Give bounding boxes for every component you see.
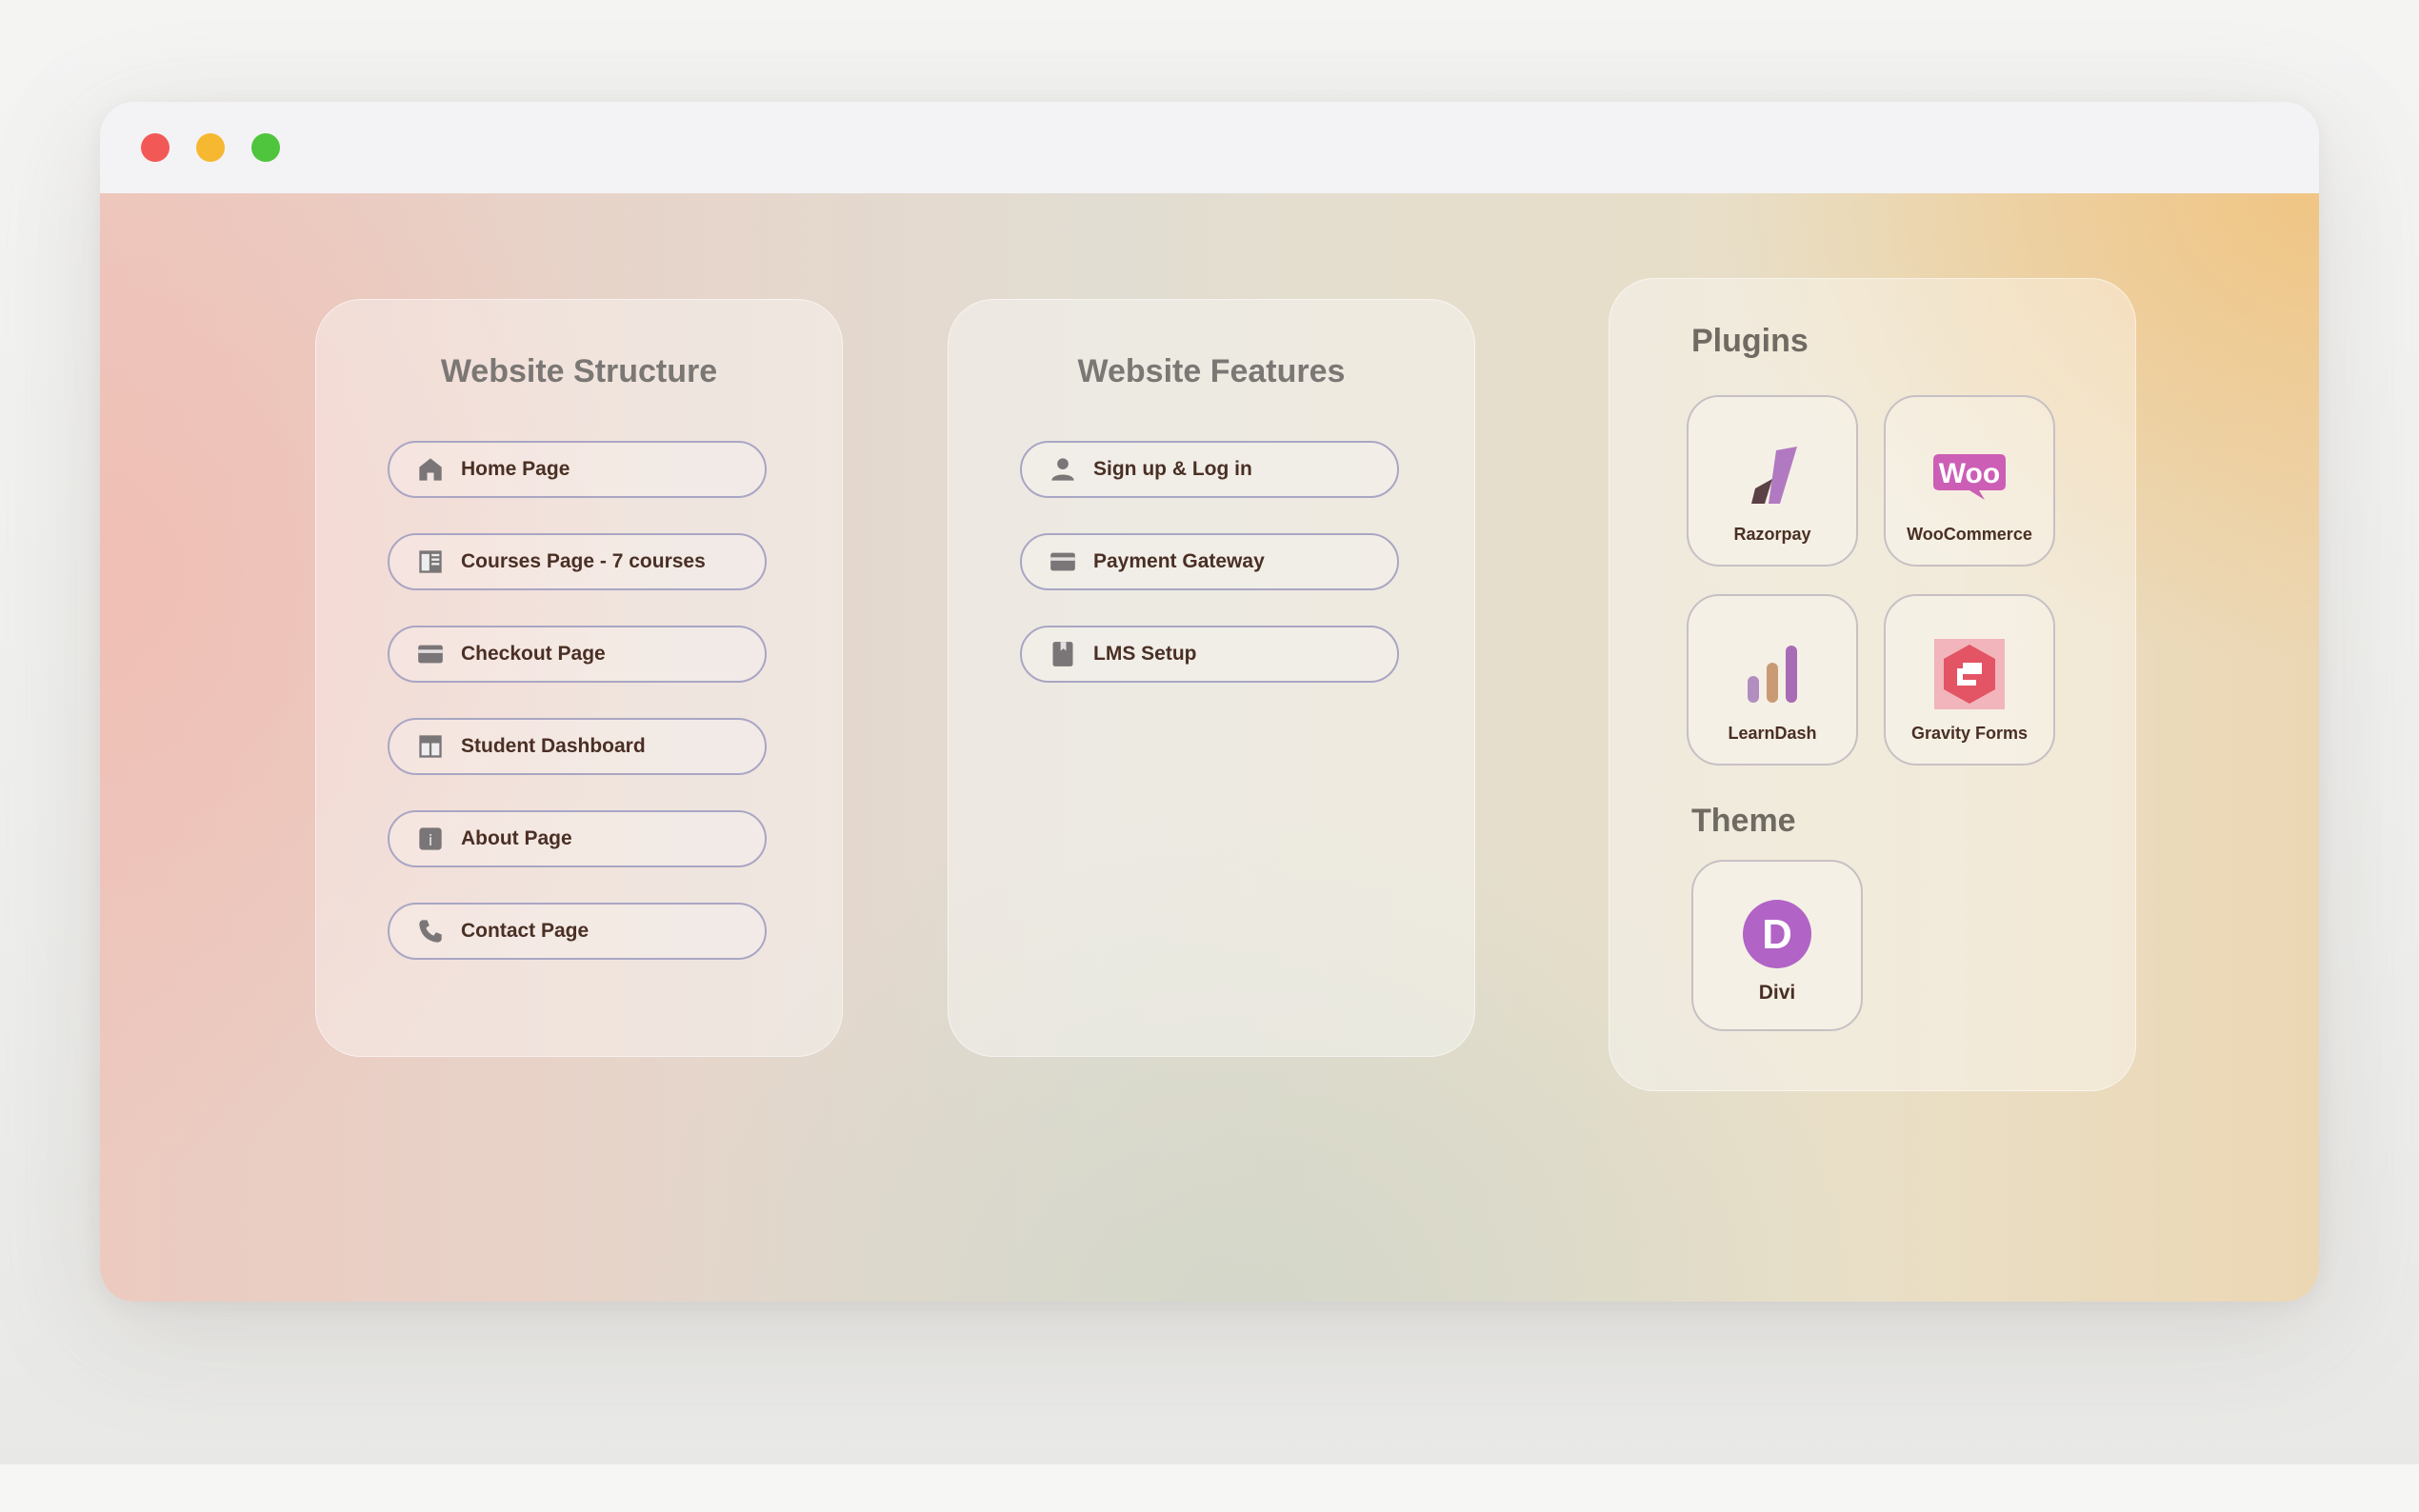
minimize-window-button[interactable] <box>196 133 225 162</box>
structure-item-home-page[interactable]: Home Page <box>388 441 767 498</box>
feature-item-label: Sign up & Log in <box>1093 458 1252 480</box>
feature-item-payment-gateway[interactable]: Payment Gateway <box>1020 533 1399 590</box>
gravity-forms-logo <box>1931 636 2008 712</box>
razorpay-logo <box>1734 437 1810 513</box>
theme-label: Divi <box>1758 982 1796 1004</box>
structure-item-contact-page[interactable]: Contact Page <box>388 903 767 960</box>
plugin-tile-learndash[interactable]: LearnDash <box>1687 594 1858 766</box>
structure-item-label: Home Page <box>461 458 570 480</box>
dashboard-icon <box>416 732 445 761</box>
feature-item-lms-setup[interactable]: LMS Setup <box>1020 626 1399 683</box>
learndash-logo <box>1734 636 1810 712</box>
website-structure-title: Website Structure <box>440 353 718 389</box>
plugin-tile-woocommerce[interactable]: Woo WooCommerce <box>1884 395 2055 567</box>
feature-item-label: Payment Gateway <box>1093 550 1265 572</box>
plugins-theme-card: Plugins Razorpay Woo WooCommerce LearnDa… <box>1609 278 2136 1091</box>
plugin-label: WooCommerce <box>1907 525 2032 544</box>
browser-window: Website Structure Home Page Courses Page… <box>100 102 2319 1302</box>
theme-title: Theme <box>1691 803 1796 839</box>
structure-item-label: Student Dashboard <box>461 735 646 757</box>
svg-text:i: i <box>429 831 433 849</box>
phone-icon <box>416 917 445 945</box>
structure-item-checkout-page[interactable]: Checkout Page <box>388 626 767 683</box>
structure-item-label: Contact Page <box>461 920 590 942</box>
plugin-label: Razorpay <box>1733 525 1811 544</box>
book-icon <box>1049 640 1077 668</box>
structure-item-label: Checkout Page <box>461 643 606 665</box>
home-icon <box>416 455 445 484</box>
info-icon: i <box>416 825 445 853</box>
card-icon <box>1049 547 1077 576</box>
feature-item-label: LMS Setup <box>1093 643 1197 665</box>
structure-item-label: About Page <box>461 827 572 849</box>
page-bottom-band <box>0 1464 2419 1512</box>
close-window-button[interactable] <box>141 133 170 162</box>
plugin-tile-gravity-forms[interactable]: Gravity Forms <box>1884 594 2055 766</box>
structure-item-courses-page[interactable]: Courses Page - 7 courses <box>388 533 767 590</box>
svg-text:Woo: Woo <box>1939 458 2000 489</box>
feature-item-sign-up-log-in[interactable]: Sign up & Log in <box>1020 441 1399 498</box>
divi-logo: D <box>1739 896 1815 972</box>
theme-tile-divi[interactable]: D Divi <box>1691 860 1863 1031</box>
user-icon <box>1049 455 1077 484</box>
woocommerce-logo: Woo <box>1931 437 2008 513</box>
structure-item-about-page[interactable]: i About Page <box>388 810 767 867</box>
courses-page-icon <box>416 547 445 576</box>
plugin-label: LearnDash <box>1728 724 1817 743</box>
plugin-tile-razorpay[interactable]: Razorpay <box>1687 395 1858 567</box>
website-features-title: Website Features <box>1077 353 1346 389</box>
canvas: Website Structure Home Page Courses Page… <box>100 193 2319 1302</box>
card-icon <box>416 640 445 668</box>
svg-text:D: D <box>1762 911 1792 958</box>
structure-item-student-dashboard[interactable]: Student Dashboard <box>388 718 767 775</box>
plugins-title: Plugins <box>1691 323 1809 359</box>
website-structure-card: Website Structure Home Page Courses Page… <box>315 299 843 1057</box>
plugin-label: Gravity Forms <box>1910 724 2029 743</box>
maximize-window-button[interactable] <box>251 133 280 162</box>
structure-item-label: Courses Page - 7 courses <box>461 550 706 572</box>
website-features-card: Website Features Sign up & Log in Paymen… <box>948 299 1475 1057</box>
window-titlebar <box>100 102 2319 194</box>
